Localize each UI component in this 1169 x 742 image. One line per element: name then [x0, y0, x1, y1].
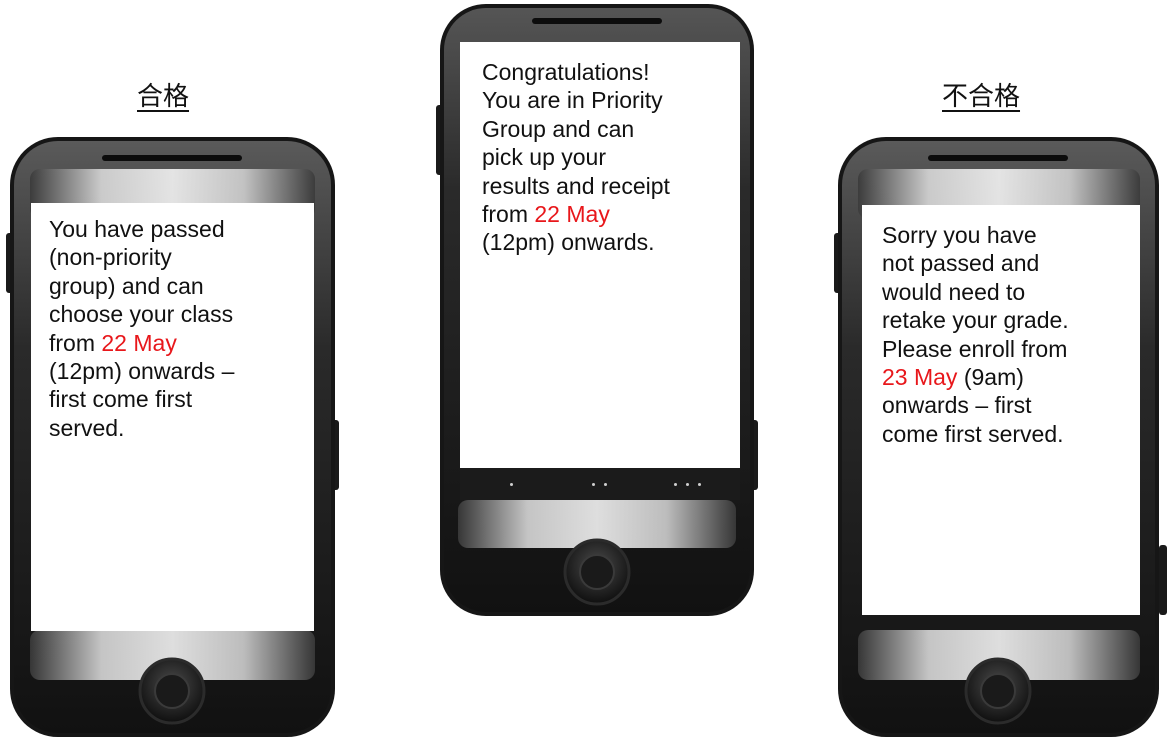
caption-fail: 不合格	[942, 82, 1021, 112]
nav-dots-2	[592, 468, 607, 500]
msg-line: not passed and	[882, 250, 1040, 277]
caption-pass: 合格	[137, 82, 190, 112]
phone-right: Sorry you have not passed and would need…	[828, 125, 1169, 742]
highlight-date: 22 May	[534, 201, 610, 228]
msg-line: come first served.	[882, 420, 1064, 447]
msg-line: retake your grade.	[882, 307, 1069, 334]
nav-dots-3	[674, 468, 701, 500]
phone-right-message: Sorry you have not passed and would need…	[882, 221, 1140, 448]
msg-text: from	[49, 329, 102, 356]
msg-line: Sorry you have	[882, 222, 1037, 248]
msg-line: Congratulations!	[482, 59, 650, 85]
msg-line: Group and can	[482, 115, 635, 142]
msg-line: would need to	[882, 278, 1026, 305]
msg-text: from	[482, 201, 535, 228]
msg-text: (9am)	[957, 364, 1024, 391]
msg-line: (12pm) onwards –	[49, 358, 235, 385]
msg-line: served.	[49, 414, 125, 441]
phone-left-message: You have passed (non-priority group) and…	[49, 215, 309, 442]
nav-dots-1	[510, 468, 513, 500]
msg-line: results and receipt	[482, 172, 670, 199]
msg-line: 23 May (9am)	[882, 363, 1140, 391]
msg-line: (non-priority	[49, 244, 172, 271]
msg-line: from 22 May	[482, 200, 742, 228]
phone-left: You have passed (non-priority group) and…	[0, 125, 345, 742]
msg-line: from 22 May	[49, 329, 309, 357]
phone-center: Congratulations! You are in Priority Gro…	[430, 0, 764, 620]
msg-line: Please enroll from	[882, 335, 1068, 362]
highlight-date: 23 May	[882, 364, 958, 391]
highlight-date: 22 May	[101, 329, 177, 356]
msg-line: first come first	[49, 386, 193, 413]
msg-line: (12pm) onwards.	[482, 229, 655, 256]
msg-line: You have passed	[49, 216, 225, 242]
msg-line: pick up your	[482, 144, 607, 171]
msg-line: onwards – first	[882, 392, 1032, 419]
msg-line: choose your class	[49, 301, 234, 328]
msg-line: group) and can	[49, 272, 204, 299]
phone-center-message: Congratulations! You are in Priority Gro…	[482, 58, 742, 257]
msg-line: You are in Priority	[482, 87, 663, 114]
phone-center-nav-bar	[460, 468, 740, 500]
